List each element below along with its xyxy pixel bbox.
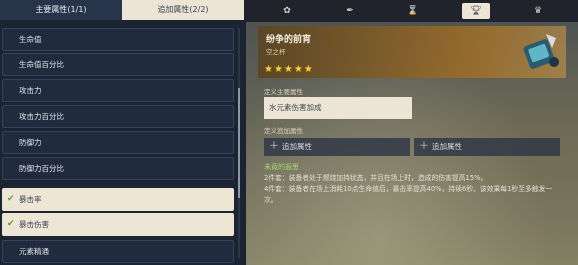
goblet-icon[interactable]: 🏆︎ <box>462 3 490 19</box>
check-icon: ✔ <box>7 194 15 204</box>
main-stat-label: 定义主要属性 <box>264 88 303 96</box>
list-item-label: 暴击伤害 <box>19 220 49 229</box>
list-item-hp-percent[interactable]: ✔ 生命值百分比 <box>2 53 234 76</box>
set-name: 未竟的遐思 <box>264 163 299 171</box>
list-item-atk-percent[interactable]: ✔ 攻击力百分比 <box>2 105 234 128</box>
list-item-elemental-mastery[interactable]: ✔ 元素精通 <box>2 240 234 263</box>
list-item-hp[interactable]: ✔ 生命值 <box>2 28 234 51</box>
flower-icon[interactable]: ✿ <box>273 3 301 19</box>
list-item-label: 元素精通 <box>19 247 49 256</box>
list-item-label: 攻击力百分比 <box>19 112 64 121</box>
list-scrollbar[interactable] <box>238 28 240 258</box>
add-sub-stat-button[interactable]: ＋ 追加属性 <box>414 138 560 156</box>
list-item-label: 生命值 <box>19 35 42 44</box>
feather-icon[interactable]: ✒ <box>336 3 364 19</box>
add-sub-stat-label: 追加属性 <box>282 142 312 151</box>
add-sub-stat-button[interactable]: ＋ 追加属性 <box>264 138 410 156</box>
list-item-label: 防御力百分比 <box>19 164 64 173</box>
set-two-piece: 2件套：装备者处于燃烧加持状态，并且在场上时，造成的伤害提高15%。 <box>264 174 488 182</box>
tab-main-stats[interactable]: 主要属性(1/1) <box>0 0 122 20</box>
list-item-label: 生命值百分比 <box>19 60 64 69</box>
list-item-crit-rate[interactable]: ✔ 暴击率 <box>2 188 234 211</box>
list-item-def-percent[interactable]: ✔ 防御力百分比 <box>2 157 234 180</box>
set-description: 2件套：装备者处于燃烧加持状态，并且在场上时，造成的伤害提高15%。 4件套：装… <box>264 173 564 206</box>
list-item-atk[interactable]: ✔ 攻击力 <box>2 79 234 102</box>
circlet-icon[interactable]: ♛ <box>524 3 552 19</box>
add-sub-stat-label: 追加属性 <box>432 142 462 151</box>
goblet-artifact-image <box>523 34 559 69</box>
set-four-piece: 4件套：装备者在场上消耗10点生命值后，暴击率提高40%，持续6秒。该效果每1秒… <box>264 185 553 204</box>
check-icon: ✔ <box>7 219 15 229</box>
artifact-name: 纷争的前宵 <box>266 35 312 45</box>
plus-icon: ＋ <box>269 141 279 152</box>
stat-tabs: 主要属性(1/1) 追加属性(2/2) <box>0 0 244 20</box>
main-stat-select[interactable]: 水元素伤害加成 <box>264 97 412 119</box>
stat-filter-panel: 主要属性(1/1) 追加属性(2/2) ✔ 生命值 ✔ 生命值百分比 ✔ 攻击力… <box>0 0 244 265</box>
list-item-crit-dmg[interactable]: ✔ 暴击伤害 <box>2 213 234 236</box>
rarity-stars: ★★★★★ <box>264 64 314 75</box>
list-item-label: 攻击力 <box>19 86 42 95</box>
artifact-type: 空之杯 <box>266 48 286 56</box>
artifact-detail-panel: ✿ ✒ ⌛ 🏆︎ ♛ 纷争的前宵 空之杯 ★★★★★ 定义主要属性 水元素伤害加… <box>246 0 578 265</box>
list-item-label: 暴击率 <box>19 195 42 204</box>
tab-sub-stats[interactable]: 追加属性(2/2) <box>122 0 244 20</box>
artifact-header: 纷争的前宵 空之杯 ★★★★★ <box>258 26 566 78</box>
list-item-label: 防御力 <box>19 138 42 147</box>
list-item-def[interactable]: ✔ 防御力 <box>2 131 234 154</box>
scrollbar-thumb[interactable] <box>238 88 240 198</box>
sub-stat-label: 定义追加属性 <box>264 127 303 135</box>
slot-nav: ✿ ✒ ⌛ 🏆︎ ♛ <box>246 0 578 22</box>
hourglass-icon[interactable]: ⌛ <box>399 3 427 19</box>
plus-icon: ＋ <box>419 141 429 152</box>
